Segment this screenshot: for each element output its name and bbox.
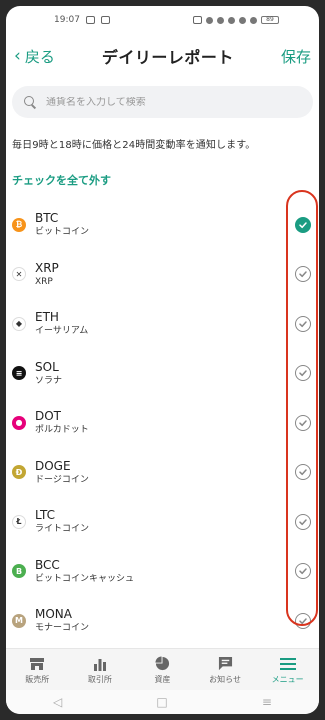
coin-text: ETH イーサリアム xyxy=(35,310,88,337)
nav-label: お知らせ xyxy=(209,674,241,684)
search-icon xyxy=(24,96,36,108)
chevron-left-icon: ‹ xyxy=(14,45,21,66)
coin-row-btc[interactable]: ₿ BTC ビットコイン xyxy=(6,200,319,250)
coin-name: ライトコイン xyxy=(35,524,90,535)
bcc-coin-icon: B xyxy=(12,564,26,579)
app-screen: 19:07 89 ‹ 戻る デイリーレポート 保存 毎日9時と18時に価格と24… xyxy=(6,6,319,714)
coin-row-sol[interactable]: ≡ SOL ソラナ xyxy=(6,349,319,399)
coin-name: ソラナ xyxy=(35,375,63,386)
recents-icon[interactable]: ≡ xyxy=(262,695,272,709)
coin-text: DOGE ドージコイン xyxy=(35,459,89,486)
notification-icon xyxy=(85,16,95,24)
nav-label: 取引所 xyxy=(87,674,112,684)
unchecked-checkbox-icon[interactable] xyxy=(295,464,311,481)
description-text: 毎日9時と18時に価格と24時間変動率を通知します。 xyxy=(12,140,256,151)
uncheck-all-button[interactable]: チェックを全て外す xyxy=(6,151,319,188)
home-icon[interactable]: □ xyxy=(156,695,167,709)
save-button[interactable]: 保存 xyxy=(281,46,311,67)
checked-checkbox-icon[interactable] xyxy=(295,216,311,233)
nav-item-message[interactable]: お知らせ xyxy=(195,655,255,685)
menu-icon xyxy=(279,655,296,671)
coin-row-mona[interactable]: M MONA モナーコイン xyxy=(6,596,319,646)
coin-text: SOL ソラナ xyxy=(35,360,62,387)
back-label: 戻る xyxy=(24,47,55,66)
sol-coin-icon: ≡ xyxy=(12,366,26,381)
notification-icon xyxy=(100,16,110,24)
pie-chart-icon xyxy=(155,655,170,671)
unchecked-checkbox-icon[interactable] xyxy=(295,315,311,332)
coin-text: MONA モナーコイン xyxy=(35,607,89,634)
coin-symbol: ETH xyxy=(35,310,59,325)
nav-label: メニュー xyxy=(271,674,304,684)
nav-item-menu[interactable]: メニュー xyxy=(258,655,318,685)
back-button[interactable]: ‹ 戻る xyxy=(14,46,55,67)
store-icon xyxy=(29,655,45,671)
nav-item-bar-chart[interactable]: 取引所 xyxy=(70,655,130,685)
coin-list: ₿ BTC ビットコイン ✕ XRP XRP ◆ ETH イーサリアム ≡ SOL ソラナ ● DOT ポル… xyxy=(6,200,319,695)
nav-label: 販売所 xyxy=(25,674,50,684)
mona-coin-icon: M xyxy=(12,613,26,628)
coin-row-dot[interactable]: ● DOT ポルカドット xyxy=(6,398,319,448)
coin-name: ビットコインキャッシュ xyxy=(35,573,135,584)
coin-name: モナーコイン xyxy=(35,623,90,634)
dot-coin-icon: ● xyxy=(12,415,26,430)
coin-row-doge[interactable]: Ð DOGE ドージコイン xyxy=(6,448,319,498)
bar-chart-icon xyxy=(93,655,107,671)
coin-name: ビットコイン xyxy=(35,227,90,238)
moon-icon xyxy=(206,16,213,24)
header: ‹ 戻る デイリーレポート 保存 xyxy=(6,34,319,78)
coin-text: DOT ポルカドット xyxy=(35,409,89,436)
coin-name: イーサリアム xyxy=(35,326,89,337)
nav-label: 資産 xyxy=(154,674,171,684)
coin-text: BCC ビットコインキャッシュ xyxy=(35,558,134,585)
coin-text: LTC ライトコイン xyxy=(35,508,89,535)
wifi-icon xyxy=(228,16,235,24)
coin-text: BTC ビットコイン xyxy=(35,211,89,238)
coin-row-xrp[interactable]: ✕ XRP XRP xyxy=(6,250,319,300)
nav-item-pie-chart[interactable]: 資産 xyxy=(132,655,192,685)
unchecked-checkbox-icon[interactable] xyxy=(295,563,311,580)
coin-row-bcc[interactable]: B BCC ビットコインキャッシュ xyxy=(6,547,319,597)
system-nav-bar: ◁ □ ≡ xyxy=(6,690,319,714)
battery-icon: 89 xyxy=(261,16,279,24)
bottom-nav: 販売所 取引所 資産 お知らせ メニュー xyxy=(6,648,319,690)
coin-row-ltc[interactable]: Ł LTC ライトコイン xyxy=(6,497,319,547)
coin-symbol: XRP xyxy=(35,260,59,275)
ltc-coin-icon: Ł xyxy=(12,514,26,529)
signal-icon xyxy=(250,16,257,24)
coin-symbol: MONA xyxy=(35,607,72,622)
coin-name: XRP xyxy=(35,276,53,287)
eth-coin-icon: ◆ xyxy=(12,316,26,331)
coin-symbol: DOT xyxy=(35,409,62,424)
xrp-coin-icon: ✕ xyxy=(12,267,26,282)
coin-symbol: BTC xyxy=(35,211,59,226)
coin-symbol: DOGE xyxy=(35,458,71,473)
coin-text: XRP XRP xyxy=(35,261,59,288)
status-bar: 19:07 89 xyxy=(6,6,319,34)
message-icon xyxy=(218,655,233,671)
btc-coin-icon: ₿ xyxy=(12,217,26,232)
search-input[interactable] xyxy=(46,96,266,108)
unchecked-checkbox-icon[interactable] xyxy=(295,365,311,382)
nav-item-store[interactable]: 販売所 xyxy=(7,655,67,685)
coin-symbol: BCC xyxy=(35,557,60,572)
back-triangle-icon[interactable]: ◁ xyxy=(53,695,62,709)
search-bar[interactable] xyxy=(12,86,313,118)
unchecked-checkbox-icon[interactable] xyxy=(295,414,311,431)
unchecked-checkbox-icon[interactable] xyxy=(295,513,311,530)
signal-icon xyxy=(239,16,246,24)
coin-name: ポルカドット xyxy=(35,425,89,436)
coin-symbol: LTC xyxy=(35,508,56,523)
coin-symbol: SOL xyxy=(35,359,59,374)
coin-name: ドージコイン xyxy=(35,474,89,485)
nfc-icon xyxy=(193,16,202,24)
coin-row-eth[interactable]: ◆ ETH イーサリアム xyxy=(6,299,319,349)
doge-coin-icon: Ð xyxy=(12,465,26,480)
unchecked-checkbox-icon[interactable] xyxy=(295,612,311,629)
page-title: デイリーレポート xyxy=(101,48,234,67)
unchecked-checkbox-icon[interactable] xyxy=(295,266,311,283)
alarm-icon xyxy=(217,16,224,24)
status-time: 19:07 xyxy=(54,15,80,25)
